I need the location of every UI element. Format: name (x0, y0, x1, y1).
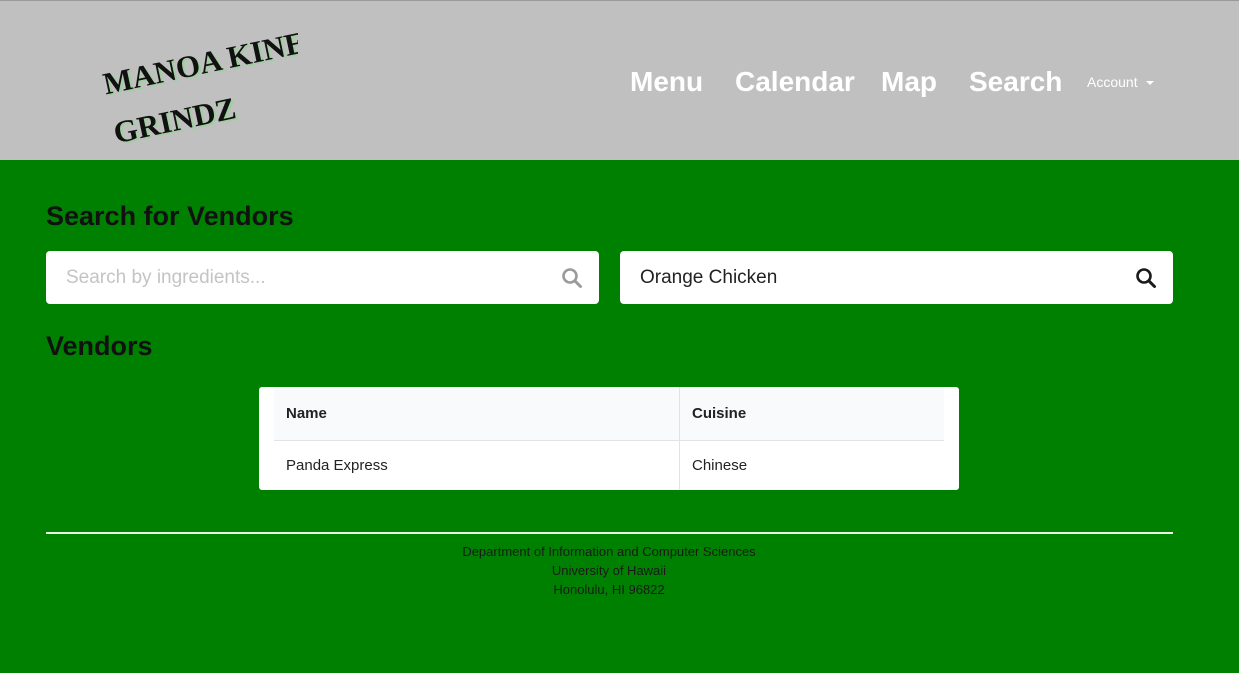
nav-map[interactable]: Map (881, 63, 937, 101)
vendors-section-title: Vendors (46, 331, 153, 361)
food-search-box (620, 251, 1173, 304)
table-row[interactable]: Panda Express Chinese (274, 440, 944, 490)
search-icon[interactable] (561, 267, 583, 289)
footer-divider (46, 532, 1173, 534)
vendor-cuisine-cell: Chinese (692, 457, 748, 474)
footer: Department of Information and Computer S… (309, 542, 909, 599)
ingredients-search-box (46, 251, 599, 304)
search-icon[interactable] (1135, 267, 1157, 289)
nav-search[interactable]: Search (969, 63, 1062, 101)
nav-calendar[interactable]: Calendar (735, 63, 855, 101)
site-logo[interactable]: MANOA KINE MANOA KINE GRINDZ GRINDZ (98, 15, 298, 147)
page-title: Search for Vendors (46, 201, 294, 231)
nav-menu[interactable]: Menu (630, 63, 703, 101)
food-search-input[interactable] (620, 251, 1173, 304)
ingredients-search-input[interactable] (46, 251, 599, 304)
caret-down-icon (1145, 81, 1154, 86)
footer-address: Honolulu, HI 96822 (553, 582, 665, 597)
vendors-table: Name Cuisine Panda Express Chinese (274, 387, 944, 490)
vendors-table-card: Name Cuisine Panda Express Chinese (259, 387, 959, 490)
table-header-row: Name Cuisine (274, 387, 944, 441)
footer-department: Department of Information and Computer S… (462, 544, 756, 559)
account-label: Account (1087, 74, 1138, 90)
logo-line1: MANOA KINE (100, 24, 298, 101)
column-header-name[interactable]: Name (274, 387, 680, 441)
footer-university: University of Hawaii (551, 563, 667, 578)
column-header-cuisine[interactable]: Cuisine (679, 387, 944, 441)
vendor-name-cell: Panda Express (274, 440, 680, 490)
navbar: MANOA KINE MANOA KINE GRINDZ GRINDZ Menu… (0, 0, 1239, 160)
account-dropdown[interactable]: Account (1087, 72, 1154, 92)
